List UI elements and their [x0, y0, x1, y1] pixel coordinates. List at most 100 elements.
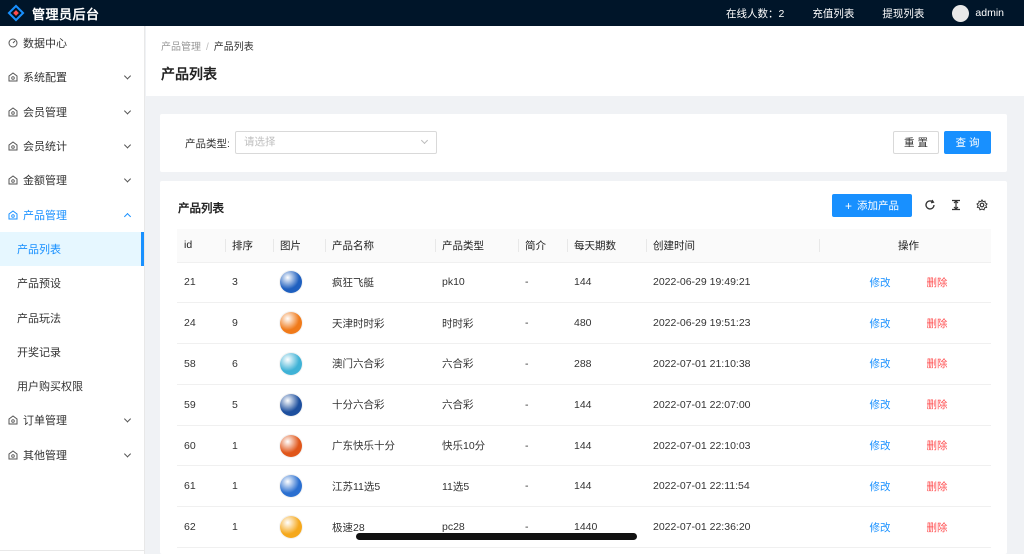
column-header-name[interactable]: 产品名称: [325, 229, 435, 263]
cell-image: [273, 262, 325, 304]
dashboard-icon: [7, 38, 18, 49]
breadcrumb-separator: /: [206, 42, 209, 53]
delete-link[interactable]: 删除: [927, 522, 948, 534]
logo-icon: [7, 4, 25, 22]
sidebar-divider: [0, 550, 145, 551]
sidebar-subitem-product-list[interactable]: 产品列表: [0, 231, 144, 267]
filter-card: 产品类型: 请选择 重 置 查 询: [160, 114, 1007, 172]
sidebar-item-other-management[interactable]: 其他管理: [0, 438, 144, 472]
online-count: 在线人数：2: [726, 7, 785, 20]
column-header-image[interactable]: 图片: [273, 229, 325, 263]
cell-name: 广东快乐十分: [325, 425, 435, 467]
cell-created: 2022-07-01 22:11:54: [646, 465, 819, 508]
product-thumbnail: [280, 516, 302, 539]
cell-sort: 6: [225, 343, 273, 385]
cell-actions: 修改 删除: [819, 425, 991, 467]
cell-sort: 5: [225, 384, 273, 426]
sidebar-item-product-management[interactable]: 产品管理: [0, 197, 144, 231]
cell-periods: 1440: [567, 506, 646, 549]
reset-button[interactable]: 重 置: [893, 131, 939, 154]
edit-link[interactable]: 修改: [870, 318, 891, 330]
cell-type: pc28: [435, 506, 518, 549]
table-row: 21 3 疯狂飞艇 pk10 - 144 2022-06-29 19:49:21…: [177, 262, 991, 304]
other-icon: [7, 449, 18, 460]
column-header-intro[interactable]: 简介: [518, 229, 567, 263]
delete-link[interactable]: 删除: [927, 440, 948, 452]
edit-link[interactable]: 修改: [870, 277, 891, 289]
product-type-select[interactable]: 请选择: [235, 131, 437, 154]
cell-actions: 修改 删除: [819, 262, 991, 304]
sidebar-subitem-product-play[interactable]: 产品玩法: [0, 300, 144, 334]
cell-type: 时时彩: [435, 302, 518, 345]
sidebar-item-system-config[interactable]: 系统配置: [0, 60, 144, 94]
cell-created: 2022-07-01 22:07:00: [646, 384, 819, 426]
cell-name: 极速28: [325, 506, 435, 549]
cell-name: 澳门六合彩: [325, 343, 435, 385]
sidebar: 数据中心 系统配置 会员管理 会员统计 金额管理 产品管理 产品列表 产品预设 …: [0, 26, 145, 554]
user-menu[interactable]: admin: [952, 4, 1004, 22]
product-table-card: 产品列表 + 添加产品 id 排序 图片 产品名称 产品类型 简介 每天期数 创…: [160, 181, 1007, 554]
sidebar-item-label: 会员统计: [23, 141, 67, 154]
table-title: 产品列表: [178, 203, 224, 215]
breadcrumb-parent[interactable]: 产品管理: [161, 42, 201, 53]
member-icon: [7, 106, 18, 117]
sidebar-subitem-product-preset[interactable]: 产品预设: [0, 266, 144, 300]
chevron-down-icon: [123, 175, 132, 183]
edit-link[interactable]: 修改: [870, 358, 891, 370]
cell-image: [273, 465, 325, 508]
delete-link[interactable]: 删除: [927, 358, 948, 370]
column-header-periods[interactable]: 每天期数: [567, 229, 646, 263]
money-icon: [7, 175, 18, 186]
product-thumbnail: [280, 312, 302, 335]
chevron-down-icon: [123, 450, 132, 458]
column-header-sort[interactable]: 排序: [225, 229, 273, 263]
product-icon: [7, 209, 18, 220]
edit-link[interactable]: 修改: [870, 399, 891, 411]
gear-icon[interactable]: [974, 197, 990, 213]
sidebar-item-money-management[interactable]: 金额管理: [0, 163, 144, 197]
cell-sort: 1: [225, 506, 273, 549]
column-header-type[interactable]: 产品类型: [435, 229, 518, 263]
refresh-icon[interactable]: [922, 197, 938, 213]
cell-type: 六合彩: [435, 343, 518, 385]
chevron-down-icon: [123, 415, 132, 423]
cell-image: [273, 343, 325, 385]
withdraw-list-link[interactable]: 提现列表: [882, 6, 924, 21]
product-table: id 排序 图片 产品名称 产品类型 简介 每天期数 创建时间 操作 21 3 …: [177, 229, 991, 549]
cell-sort: 1: [225, 425, 273, 467]
cell-periods: 144: [567, 384, 646, 426]
cell-intro: -: [518, 343, 567, 385]
column-header-id[interactable]: id: [177, 229, 225, 263]
sidebar-item-data-center[interactable]: 数据中心: [0, 26, 144, 60]
cell-name: 天津时时彩: [325, 302, 435, 345]
sidebar-item-order-management[interactable]: 订单管理: [0, 403, 144, 437]
delete-link[interactable]: 删除: [927, 481, 948, 493]
sidebar-subitem-draw-records[interactable]: 开奖记录: [0, 335, 144, 369]
column-header-created[interactable]: 创建时间: [646, 229, 819, 263]
add-product-label: 添加产品: [857, 200, 899, 212]
edit-link[interactable]: 修改: [870, 481, 891, 493]
cell-created: 2022-06-29 19:51:23: [646, 302, 819, 345]
logo[interactable]: 管理员后台: [0, 4, 145, 23]
column-height-icon[interactable]: [948, 197, 964, 213]
cell-intro: -: [518, 262, 567, 304]
recharge-list-link[interactable]: 充值列表: [812, 6, 854, 21]
edit-link[interactable]: 修改: [870, 522, 891, 534]
sidebar-item-member-management[interactable]: 会员管理: [0, 95, 144, 129]
delete-link[interactable]: 删除: [927, 399, 948, 411]
sidebar-item-member-stats[interactable]: 会员统计: [0, 129, 144, 163]
cell-image: [273, 425, 325, 467]
sidebar-item-label: 订单管理: [23, 415, 67, 428]
plus-icon: +: [844, 198, 852, 213]
cell-name: 十分六合彩: [325, 384, 435, 426]
sidebar-item-label: 产品管理: [23, 209, 67, 222]
delete-link[interactable]: 删除: [927, 277, 948, 289]
edit-link[interactable]: 修改: [870, 440, 891, 452]
product-thumbnail: [280, 434, 302, 457]
sidebar-subitem-user-purchase-permission[interactable]: 用户购买权限: [0, 369, 144, 403]
query-button[interactable]: 查 询: [944, 131, 991, 154]
add-product-button[interactable]: + 添加产品: [832, 194, 912, 217]
product-thumbnail: [280, 393, 302, 416]
delete-link[interactable]: 删除: [927, 318, 948, 330]
cell-created: 2022-07-01 22:36:20: [646, 506, 819, 549]
